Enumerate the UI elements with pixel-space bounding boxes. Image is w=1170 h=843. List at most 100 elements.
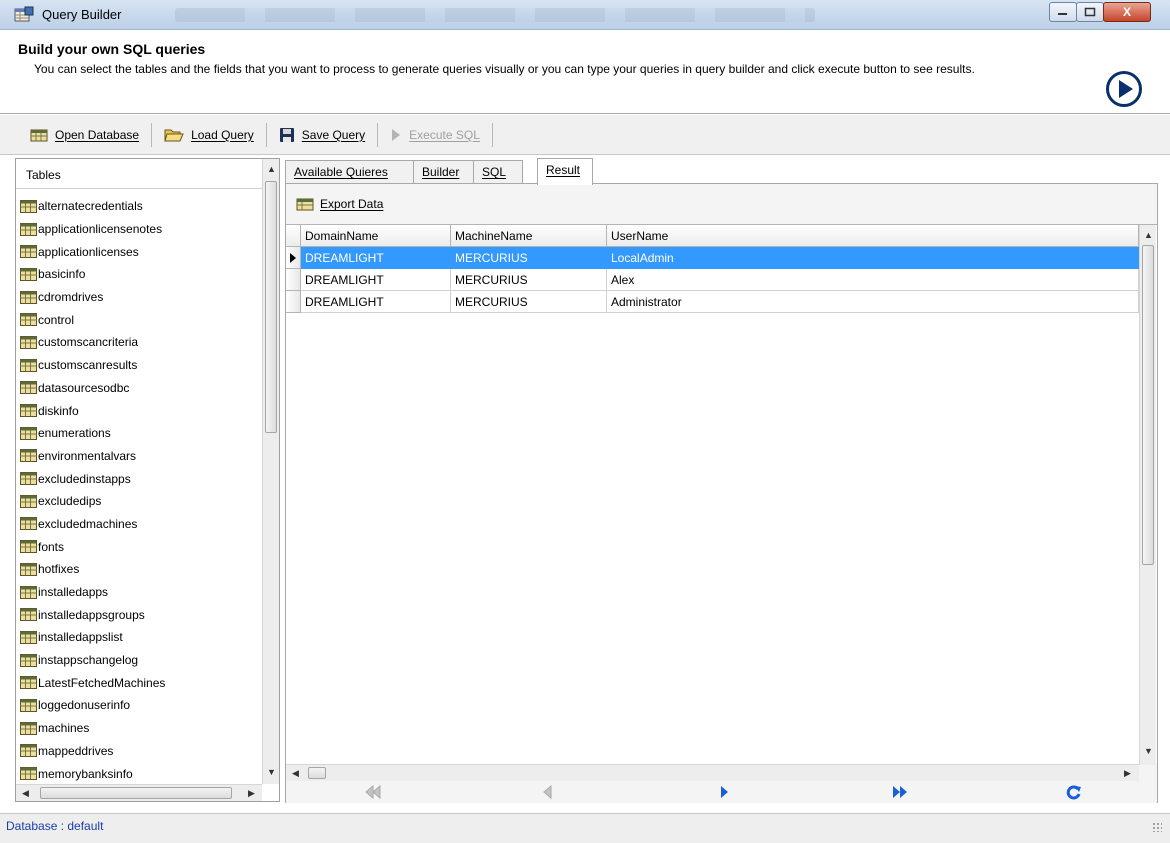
row-header[interactable] xyxy=(286,247,301,269)
grid-vertical-scrollbar[interactable]: ▲ ▼ xyxy=(1139,225,1156,765)
list-item[interactable]: diskinfo xyxy=(16,399,262,422)
cell-domainname[interactable]: DREAMLIGHT xyxy=(301,269,451,291)
table-name: customscancriteria xyxy=(38,335,139,350)
table-name: installedapps xyxy=(38,585,109,600)
list-item[interactable]: LatestFetchedMachines xyxy=(16,671,262,694)
cell-domainname[interactable]: DREAMLIGHT xyxy=(301,291,451,313)
list-item[interactable]: applicationlicenses xyxy=(16,240,262,263)
list-item[interactable]: applicationlicensenotes xyxy=(16,218,262,241)
refresh-icon[interactable] xyxy=(1065,784,1083,800)
cell-username[interactable]: LocalAdmin xyxy=(607,247,1139,269)
list-item[interactable]: installedappsgroups xyxy=(16,603,262,626)
tables-header: Tables xyxy=(16,159,262,189)
open-database-label: Open Database xyxy=(55,127,140,142)
list-item[interactable]: fonts xyxy=(16,535,262,558)
minimize-button[interactable] xyxy=(1049,2,1077,22)
scroll-up-icon[interactable]: ▲ xyxy=(1144,231,1153,240)
list-item[interactable]: installedappslist xyxy=(16,626,262,649)
page-header: Build your own SQL queries You can selec… xyxy=(0,30,1170,114)
list-item[interactable]: excludedinstapps xyxy=(16,467,262,490)
list-item[interactable]: customscancriteria xyxy=(16,331,262,354)
cell-domainname[interactable]: DREAMLIGHT xyxy=(301,247,451,269)
table-icon xyxy=(20,517,37,531)
scroll-up-icon[interactable]: ▲ xyxy=(267,165,276,174)
page-description: You can select the tables and the fields… xyxy=(34,62,975,76)
first-record-icon[interactable] xyxy=(364,784,382,800)
scroll-right-icon[interactable]: ▶ xyxy=(1124,769,1131,778)
resize-grip-icon[interactable] xyxy=(1152,822,1162,832)
tab-available-queries[interactable]: Available Quieres xyxy=(285,160,415,184)
list-item[interactable]: hotfixes xyxy=(16,558,262,581)
row-header[interactable] xyxy=(286,291,301,313)
tables-vertical-scrollbar[interactable]: ▲ ▼ xyxy=(262,159,279,784)
save-query-label: Save Query xyxy=(301,127,366,142)
record-navigator xyxy=(286,781,1157,803)
load-query-button[interactable]: Load Query xyxy=(156,122,262,148)
cell-machinename[interactable]: MERCURIUS xyxy=(451,269,607,291)
column-header-machinename[interactable]: MachineName xyxy=(451,225,607,247)
scroll-down-icon[interactable]: ▼ xyxy=(267,768,276,777)
list-item[interactable]: control xyxy=(16,308,262,331)
tab-builder[interactable]: Builder xyxy=(413,160,475,184)
maximize-button[interactable] xyxy=(1076,2,1104,22)
last-record-icon[interactable] xyxy=(891,784,909,800)
toolbar-separator xyxy=(491,122,493,147)
list-item[interactable]: machines xyxy=(16,717,262,740)
list-item[interactable]: environmentalvars xyxy=(16,445,262,468)
list-item[interactable]: mappeddrives xyxy=(16,740,262,763)
list-item[interactable]: excludedips xyxy=(16,490,262,513)
tab-label: Available Quieres xyxy=(294,165,388,179)
list-item[interactable]: installedapps xyxy=(16,581,262,604)
table-name: basicinfo xyxy=(38,267,86,282)
row-header[interactable] xyxy=(286,269,301,291)
table-icon xyxy=(20,245,37,259)
table-name: fonts xyxy=(38,539,65,554)
column-header-username[interactable]: UserName xyxy=(607,225,1139,247)
close-button[interactable]: X xyxy=(1103,2,1151,22)
list-item[interactable]: excludedmachines xyxy=(16,513,262,536)
table-row[interactable]: DREAMLIGHT MERCURIUS LocalAdmin xyxy=(286,247,1139,269)
next-record-icon[interactable] xyxy=(715,784,733,800)
export-data-button[interactable]: Export Data xyxy=(296,192,383,216)
list-item[interactable]: memorybanksinfo xyxy=(16,762,262,785)
table-name: machines xyxy=(38,721,90,736)
previous-record-icon[interactable] xyxy=(539,784,557,800)
scroll-down-icon[interactable]: ▼ xyxy=(1144,747,1153,756)
play-icon xyxy=(392,128,401,141)
scrollbar-thumb[interactable] xyxy=(308,767,326,779)
cell-machinename[interactable]: MERCURIUS xyxy=(451,291,607,313)
list-item[interactable]: alternatecredentials xyxy=(16,195,262,218)
window-title: Query Builder xyxy=(42,7,122,22)
scrollbar-thumb[interactable] xyxy=(40,787,232,799)
cell-machinename[interactable]: MERCURIUS xyxy=(451,247,607,269)
scroll-left-icon[interactable]: ◀ xyxy=(292,769,299,778)
table-row[interactable]: DREAMLIGHT MERCURIUS Administrator xyxy=(286,291,1139,313)
export-icon xyxy=(296,198,314,211)
table-name: datasourcesodbc xyxy=(38,380,130,395)
list-item[interactable]: customscanresults xyxy=(16,354,262,377)
list-item[interactable]: basicinfo xyxy=(16,263,262,286)
table-row[interactable]: DREAMLIGHT MERCURIUS Alex xyxy=(286,269,1139,291)
list-item[interactable]: instappschangelog xyxy=(16,649,262,672)
list-item[interactable]: enumerations xyxy=(16,422,262,445)
list-item[interactable]: datasourcesodbc xyxy=(16,377,262,400)
scroll-left-icon[interactable]: ◀ xyxy=(22,789,29,798)
grid-horizontal-scrollbar[interactable]: ◀ ▶ xyxy=(286,764,1139,781)
play-icon[interactable] xyxy=(1105,70,1143,108)
list-item[interactable]: cdromdrives xyxy=(16,286,262,309)
cell-username[interactable]: Alex xyxy=(607,269,1139,291)
background-window-blur xyxy=(175,8,815,22)
tab-sql[interactable]: SQL xyxy=(473,160,523,184)
save-query-button[interactable]: Save Query xyxy=(271,122,373,148)
scrollbar-thumb[interactable] xyxy=(265,181,277,433)
cell-username[interactable]: Administrator xyxy=(607,291,1139,313)
open-database-button[interactable]: Open Database xyxy=(22,122,147,148)
execute-sql-button[interactable]: Execute SQL xyxy=(382,122,488,148)
scrollbar-thumb[interactable] xyxy=(1142,245,1154,565)
column-header-domainname[interactable]: DomainName xyxy=(301,225,451,247)
tables-horizontal-scrollbar[interactable]: ◀ ▶ xyxy=(16,784,262,801)
table-icon xyxy=(20,494,37,508)
tab-result[interactable]: Result xyxy=(537,158,593,185)
list-item[interactable]: loggedonuserinfo xyxy=(16,694,262,717)
scroll-right-icon[interactable]: ▶ xyxy=(248,789,255,798)
